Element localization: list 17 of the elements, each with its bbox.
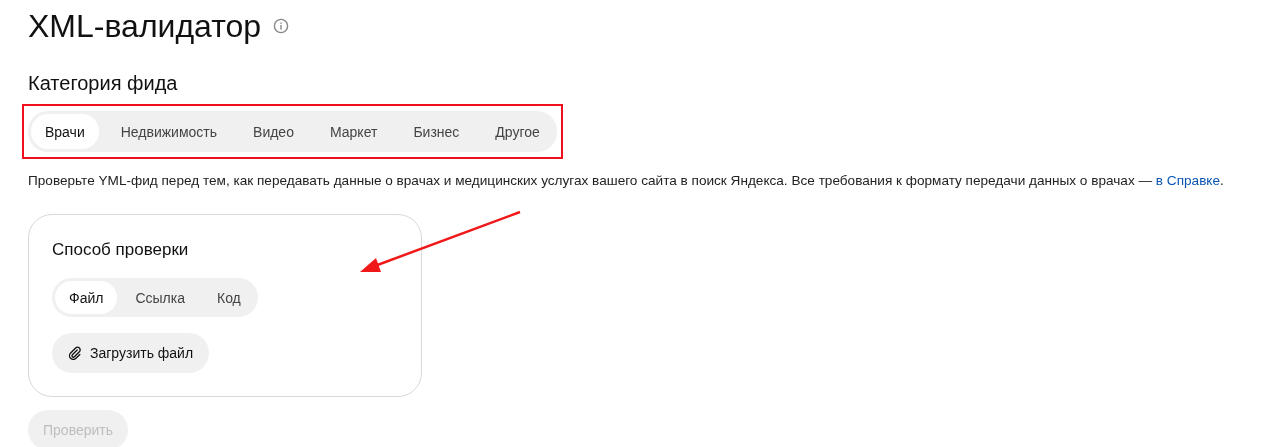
help-link[interactable]: в Справке — [1155, 173, 1220, 188]
category-tab[interactable]: Видео — [239, 114, 308, 149]
category-tab[interactable]: Другое — [481, 114, 554, 149]
section-heading: Категория фида — [28, 71, 179, 96]
description-text: Проверьте YML-фид перед тем, как передавать данные о врачах и медицинских услугах вашего сайта в поиск Яндекса. Все требования к формату передачи данных о врачах — в Справке. — [28, 172, 1225, 190]
paperclip-icon — [68, 346, 82, 360]
category-tab[interactable]: Врачи — [31, 114, 99, 149]
card-heading: Способ проверки — [52, 239, 190, 261]
info-icon[interactable] — [273, 18, 290, 34]
page-title: XML-валидатор — [28, 7, 262, 46]
category-tab[interactable]: Недвижимость — [106, 114, 232, 149]
upload-button[interactable]: Загрузить файл — [52, 333, 210, 373]
method-tab[interactable]: Код — [203, 281, 255, 314]
category-tab[interactable]: Бизнес — [399, 114, 474, 149]
method-tab[interactable]: Ссылка — [121, 281, 199, 314]
method-tab[interactable]: Файл — [55, 281, 118, 314]
category-tab[interactable]: Маркет — [315, 114, 392, 149]
